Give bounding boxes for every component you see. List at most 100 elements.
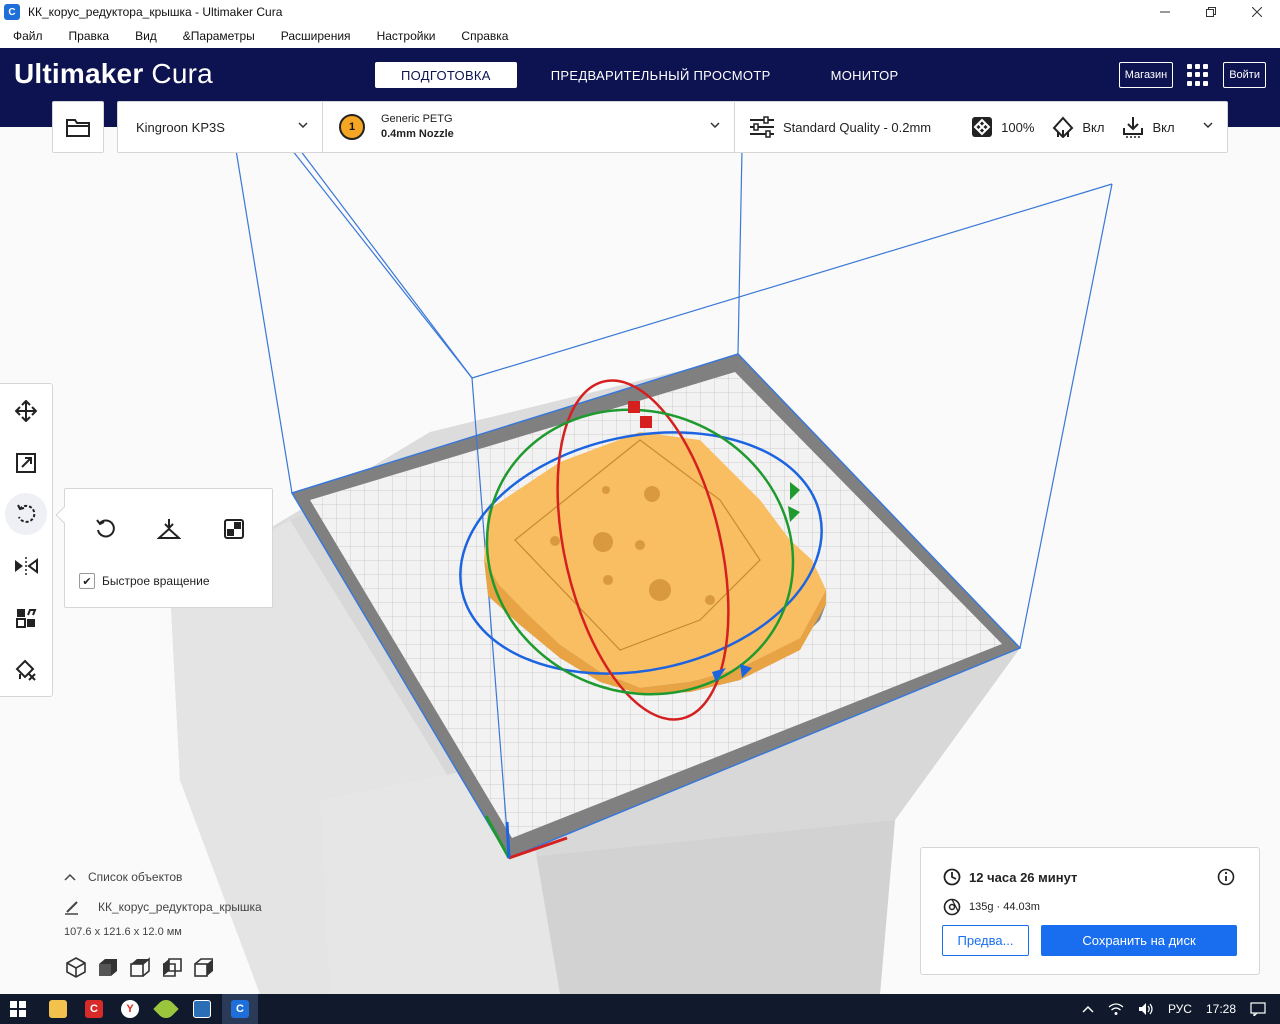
open-file-button[interactable]	[52, 101, 104, 153]
taskbar-app-c[interactable]: C	[76, 994, 112, 1024]
support-value: Вкл	[1082, 119, 1105, 135]
taskbar-cura[interactable]: C	[222, 994, 258, 1024]
menu-edit[interactable]: Правка	[56, 29, 123, 43]
select-face-button[interactable]	[216, 511, 252, 547]
print-settings-selector[interactable]: Standard Quality - 0.2mm 100% Вкл Вкл	[735, 102, 1227, 152]
material-usage: 135g · 44.03m	[969, 901, 1040, 913]
material-selector[interactable]: 1 Generic PETG 0.4mm Nozzle	[323, 102, 735, 152]
notifications-icon[interactable]	[1250, 1002, 1266, 1016]
menu-bar: Файл Правка Вид &Параметры Расширения На…	[0, 24, 1280, 48]
printer-selector[interactable]: Kingroon KP3S	[118, 102, 323, 152]
printer-config-bar: Kingroon KP3S 1 Generic PETG 0.4mm Nozzl…	[117, 101, 1228, 153]
tab-monitor[interactable]: МОНИТОР	[805, 62, 925, 88]
minimize-button[interactable]	[1142, 0, 1188, 24]
cube-top-icon	[130, 957, 150, 977]
fast-rotate-checkbox[interactable]: ✔ Быстрое вращение	[79, 573, 210, 589]
windows-taskbar: C Y C РУС 17:28	[0, 994, 1280, 1024]
infill-value: 100%	[1001, 119, 1035, 135]
move-icon	[15, 400, 37, 422]
adhesion-icon	[1123, 117, 1144, 138]
menu-preferences[interactable]: Настройки	[364, 29, 449, 43]
view-right-button[interactable]	[192, 955, 216, 979]
nozzle-size: 0.4mm Nozzle	[381, 128, 454, 140]
system-tray: РУС 17:28	[1082, 994, 1280, 1024]
tab-preview[interactable]: ПРЕДВАРИТЕЛЬНЫЙ ПРОСМОТР	[525, 62, 797, 88]
chevron-down-icon	[298, 122, 308, 129]
wifi-icon[interactable]	[1108, 1002, 1124, 1016]
object-name: КК_корус_редуктора_крышка	[98, 900, 262, 914]
applications-grid-icon[interactable]	[1187, 64, 1209, 86]
clock[interactable]: 17:28	[1206, 1002, 1236, 1016]
adhesion-value: Вкл	[1152, 119, 1175, 135]
window-title: КК_корус_редуктора_крышка - Ultimaker Cu…	[28, 5, 283, 19]
cura-app-icon: C	[231, 1000, 249, 1018]
view-top-button[interactable]	[128, 955, 152, 979]
close-icon	[1252, 7, 1262, 17]
signin-button[interactable]: Войти	[1223, 62, 1266, 88]
reset-rotation-button[interactable]	[87, 511, 123, 547]
move-tool-button[interactable]	[5, 390, 47, 432]
taskbar-yandex[interactable]: Y	[112, 994, 148, 1024]
menu-help[interactable]: Справка	[448, 29, 521, 43]
info-button[interactable]	[1217, 868, 1235, 889]
printer-name: Kingroon KP3S	[136, 119, 225, 135]
windows-logo-icon	[10, 1001, 26, 1017]
view-left-button[interactable]	[160, 955, 184, 979]
tab-prepare[interactable]: ПОДГОТОВКА	[375, 62, 517, 88]
marketplace-button[interactable]: Магазин	[1118, 62, 1174, 88]
cube-3d-icon	[66, 957, 86, 978]
yandex-browser-icon: Y	[121, 1000, 139, 1018]
infill-icon	[972, 117, 993, 137]
start-button[interactable]	[0, 994, 36, 1024]
restore-button[interactable]	[1188, 0, 1234, 24]
keyboard-language[interactable]: РУС	[1168, 1002, 1192, 1016]
restore-icon	[1206, 7, 1216, 17]
object-name-row[interactable]: КК_корус_редуктора_крышка	[64, 898, 262, 916]
lay-flat-button[interactable]	[151, 511, 187, 547]
folder-icon	[66, 119, 90, 137]
speaker-icon[interactable]	[1138, 1002, 1154, 1016]
checkmark-icon: ✔	[79, 573, 95, 589]
folder-icon	[49, 1000, 67, 1018]
reset-icon	[96, 519, 115, 538]
ultimaker-cura-logo: Ultimaker Cura	[14, 58, 213, 90]
cube-left-icon	[163, 958, 182, 977]
menu-settings[interactable]: &Параметры	[170, 29, 268, 43]
scale-tool-button[interactable]	[5, 442, 47, 484]
menu-file[interactable]: Файл	[0, 29, 56, 43]
per-model-settings-button[interactable]	[5, 597, 47, 639]
support-icon	[1052, 116, 1074, 138]
object-dimensions: 107.6 x 121.6 x 12.0 мм	[64, 926, 182, 938]
material-name: Generic PETG	[381, 113, 453, 125]
leaf-icon	[153, 996, 179, 1022]
save-to-disk-button[interactable]: Сохранить на диск	[1041, 925, 1237, 956]
taskbar-explorer[interactable]	[40, 994, 76, 1024]
menu-view[interactable]: Вид	[122, 29, 170, 43]
logo-brand: Ultimaker	[14, 58, 144, 89]
taskbar-vpn-app[interactable]	[184, 994, 220, 1024]
print-time: 12 часа 26 минут	[969, 869, 1078, 885]
object-list-toggle[interactable]: Список объектов	[64, 868, 262, 886]
cura-app-icon: C	[4, 4, 20, 20]
mirror-tool-button[interactable]	[5, 545, 47, 587]
fast-rotate-label: Быстрое вращение	[102, 574, 210, 588]
taskbar-leaf-app[interactable]	[148, 994, 184, 1024]
support-blocker-icon	[15, 659, 36, 681]
spool-icon	[943, 898, 961, 916]
close-button[interactable]	[1234, 0, 1280, 24]
clock-icon	[943, 868, 961, 886]
cube-right-icon	[194, 958, 213, 977]
mirror-icon	[15, 557, 38, 575]
pencil-icon	[65, 901, 78, 915]
window-titlebar: C КК_корус_редуктора_крышка - Ultimaker …	[0, 0, 1280, 24]
chevron-up-icon[interactable]	[1082, 1005, 1094, 1013]
view-front-button[interactable]	[96, 955, 120, 979]
settings-sliders-icon	[750, 116, 774, 138]
preview-button[interactable]: Предва...	[942, 925, 1029, 956]
rotate-tool-button[interactable]	[5, 493, 47, 535]
view-3d-button[interactable]	[64, 955, 88, 979]
support-blocker-button[interactable]	[5, 649, 47, 691]
chevron-down-icon	[710, 122, 720, 129]
menu-extensions[interactable]: Расширения	[268, 29, 364, 43]
stage-tabs: ПОДГОТОВКА ПРЕДВАРИТЕЛЬНЫЙ ПРОСМОТР МОНИ…	[375, 62, 924, 88]
